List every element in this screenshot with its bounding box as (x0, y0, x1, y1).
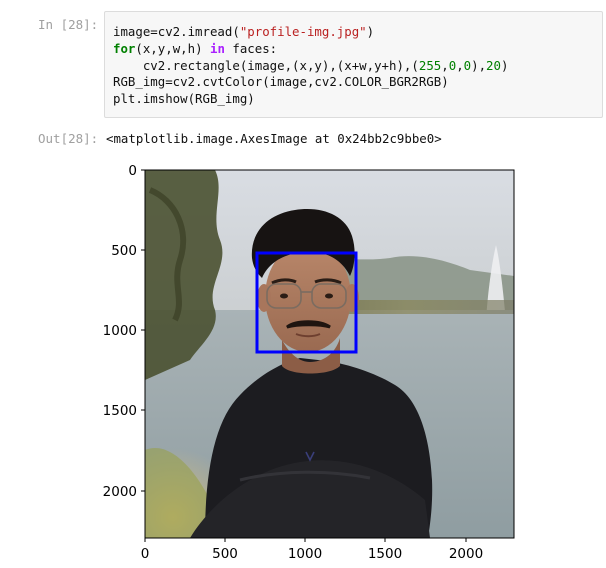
output-prompt: Out[28]: (38, 131, 99, 146)
code-token: ) (366, 24, 375, 39)
code-token: ), (471, 57, 487, 73)
code-token: 20 (486, 57, 501, 73)
code-token: "profile-img.jpg" (239, 24, 367, 39)
code-token: , (441, 57, 449, 73)
code-token: in (210, 40, 225, 56)
code-cell-input[interactable]: image=cv2.imread("profile-img.jpg") for(x… (104, 11, 603, 118)
y-tick-label: 1500 (103, 403, 137, 419)
x-tick-label: 2000 (449, 546, 483, 562)
code-token: faces: (224, 40, 278, 56)
code-token: 255 (418, 57, 442, 73)
input-prompt: In [28]: (38, 17, 99, 32)
x-tick-label: 500 (212, 546, 238, 562)
code-token: ) (500, 57, 509, 73)
code-line: cv2.rectangle(image,(x,y),(x+w,y+h),(255… (113, 57, 509, 75)
code-token: image=cv2.imread( (113, 24, 240, 39)
y-tick-label: 2000 (103, 484, 137, 500)
code-line: image=cv2.imread("profile-img.jpg") (113, 24, 508, 41)
y-tick-label: 0 (128, 163, 137, 179)
y-tick-label: 500 (111, 243, 137, 259)
x-tick-label: 0 (141, 546, 150, 562)
x-tick-label: 1000 (288, 546, 322, 562)
y-axis: 0 500 1000 1500 2000 (103, 163, 145, 500)
code-line: for(x,y,w,h) in faces: (113, 41, 508, 58)
code-editor[interactable]: image=cv2.imread("profile-img.jpg") for(x… (113, 24, 508, 108)
output-repr: <matplotlib.image.AxesImage at 0x24bb2c9… (106, 131, 442, 146)
portrait-photo (145, 170, 514, 538)
code-token: , (456, 57, 464, 73)
x-tick-label: 1500 (368, 546, 402, 562)
y-tick-label: 1000 (103, 323, 137, 339)
code-token: RGB_img=cv2.cvtColor(image,cv2.COLOR_BGR… (113, 74, 449, 90)
code-token: plt.imshow(RGB_img) (113, 91, 255, 107)
code-token: (x,y,w,h) (135, 40, 210, 56)
code-line: plt.imshow(RGB_img) (113, 91, 508, 108)
code-line: RGB_img=cv2.cvtColor(image,cv2.COLOR_BGR… (113, 74, 508, 91)
code-token: cv2.rectangle(image,(x,y),(x+w,y+h),( (113, 57, 419, 73)
x-axis: 0 500 1000 1500 2000 (141, 538, 483, 562)
code-token: for (113, 40, 136, 56)
code-token: 0 (463, 57, 472, 73)
